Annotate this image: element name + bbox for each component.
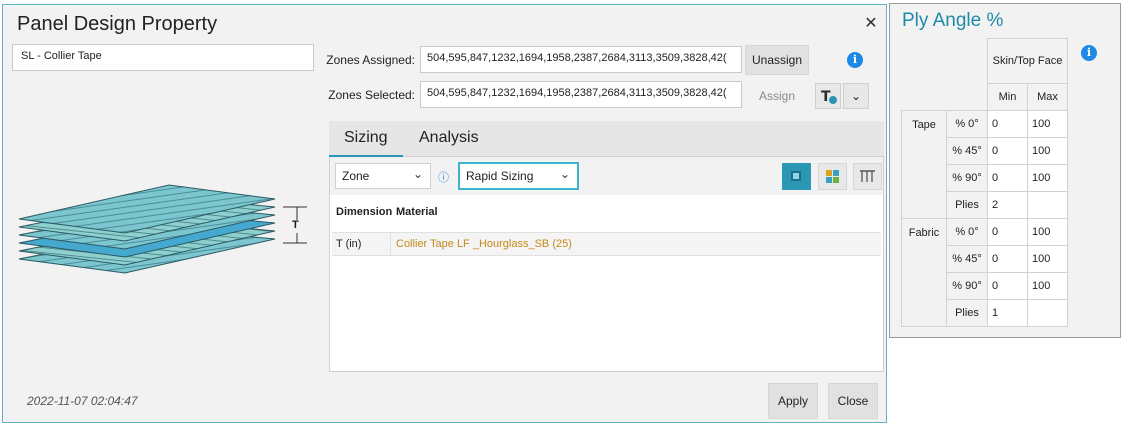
tape-group-label: Tape — [901, 110, 947, 219]
chevron-down-icon: ⌄ — [559, 167, 570, 181]
close-icon[interactable]: ✕ — [862, 15, 880, 33]
dialog-title: Panel Design Property — [17, 13, 218, 35]
dimension-cell: T (in) — [332, 233, 391, 255]
min-input[interactable]: 0 — [987, 110, 1028, 138]
chevron-down-icon: ⌄ — [412, 167, 423, 181]
max-input[interactable]: 100 — [1027, 245, 1068, 273]
row-label: % 90° — [946, 272, 988, 300]
row-label: % 0° — [946, 110, 988, 138]
ply-angle-panel: Ply Angle % i Skin/Top Face Min Max Tape… — [889, 3, 1121, 338]
laminate-illustration — [18, 184, 307, 274]
grid-view-icon[interactable] — [782, 163, 811, 190]
max-input[interactable]: 100 — [1027, 137, 1068, 165]
zone-select-value: Zone — [342, 169, 370, 183]
skin-top-face-header: Skin/Top Face — [987, 38, 1068, 84]
sizing-method-value: Rapid Sizing — [466, 169, 534, 183]
info-icon[interactable]: i — [847, 52, 863, 68]
max-input[interactable] — [1027, 191, 1068, 219]
min-input[interactable]: 0 — [987, 164, 1028, 192]
columns-icon[interactable] — [853, 163, 882, 190]
min-input[interactable]: 1 — [987, 299, 1028, 327]
eye-info-icon[interactable]: ⓘ — [438, 169, 449, 185]
min-input[interactable]: 2 — [987, 191, 1028, 219]
max-header: Max — [1027, 83, 1068, 111]
fabric-group-label: Fabric — [901, 218, 947, 327]
dimension-column-header: Dimension — [336, 206, 393, 218]
material-column-header: Material — [396, 206, 438, 218]
close-button[interactable]: Close — [828, 383, 878, 419]
max-input[interactable] — [1027, 299, 1068, 327]
zone-tool-icon[interactable]: T — [815, 83, 841, 109]
min-input[interactable]: 0 — [987, 137, 1028, 165]
unassign-button[interactable]: Unassign — [745, 45, 809, 75]
zones-selected-field[interactable]: 504,595,847,1232,1694,1958,2387,2684,311… — [420, 81, 742, 108]
min-header: Min — [987, 83, 1028, 111]
tab-analysis[interactable]: Analysis — [419, 129, 479, 147]
row-label: Plies — [946, 191, 988, 219]
zones-assigned-label: Zones Assigned: — [326, 53, 415, 67]
thickness-label: T — [292, 219, 299, 231]
grid-header: Dimension Material — [332, 201, 881, 227]
ply-angle-table: Skin/Top Face Min Max Tape % 0° 0 100 % … — [901, 38, 1068, 327]
max-input[interactable]: 100 — [1027, 110, 1068, 138]
info-icon[interactable]: i — [1081, 45, 1097, 61]
tab-bar: Sizing Analysis — [329, 121, 884, 158]
sizing-toolbar: Zone ⌄ ⓘ Rapid Sizing ⌄ — [330, 157, 883, 195]
max-input[interactable]: 100 — [1027, 164, 1068, 192]
row-label: % 0° — [946, 218, 988, 246]
table-row[interactable]: T (in) Collier Tape LF _Hourglass_SB (25… — [332, 232, 881, 256]
zones-selected-label: Zones Selected: — [328, 88, 415, 102]
zones-assigned-field[interactable]: 504,595,847,1232,1694,1958,2387,2684,311… — [420, 46, 742, 73]
min-input[interactable]: 0 — [987, 272, 1028, 300]
min-input[interactable]: 0 — [987, 245, 1028, 273]
panel-design-dialog: Panel Design Property ✕ SL - Collier Tap… — [2, 4, 887, 423]
max-input[interactable]: 100 — [1027, 272, 1068, 300]
timestamp: 2022-11-07 02:04:47 — [27, 394, 138, 408]
apply-button[interactable]: Apply — [768, 383, 818, 419]
row-label: % 45° — [946, 137, 988, 165]
zone-select[interactable]: Zone ⌄ — [335, 163, 431, 189]
row-label: % 45° — [946, 245, 988, 273]
tab-sizing[interactable]: Sizing — [329, 129, 403, 158]
assign-button[interactable]: Assign — [745, 81, 809, 111]
chevron-down-icon[interactable]: ⌄ — [843, 83, 869, 109]
row-label: Plies — [946, 299, 988, 327]
sizing-method-select[interactable]: Rapid Sizing ⌄ — [458, 162, 579, 190]
material-link[interactable]: Collier Tape LF _Hourglass_SB (25) — [392, 233, 576, 255]
panel-name-field[interactable]: SL - Collier Tape — [12, 44, 314, 71]
svg-text:T: T — [821, 89, 831, 105]
max-input[interactable]: 100 — [1027, 218, 1068, 246]
material-layer-icon[interactable] — [818, 163, 847, 190]
ply-panel-title: Ply Angle % — [902, 10, 1004, 31]
min-input[interactable]: 0 — [987, 218, 1028, 246]
row-label: % 90° — [946, 164, 988, 192]
sizing-panel: Zone ⌄ ⓘ Rapid Sizing ⌄ Dimension Materi… — [329, 157, 884, 372]
